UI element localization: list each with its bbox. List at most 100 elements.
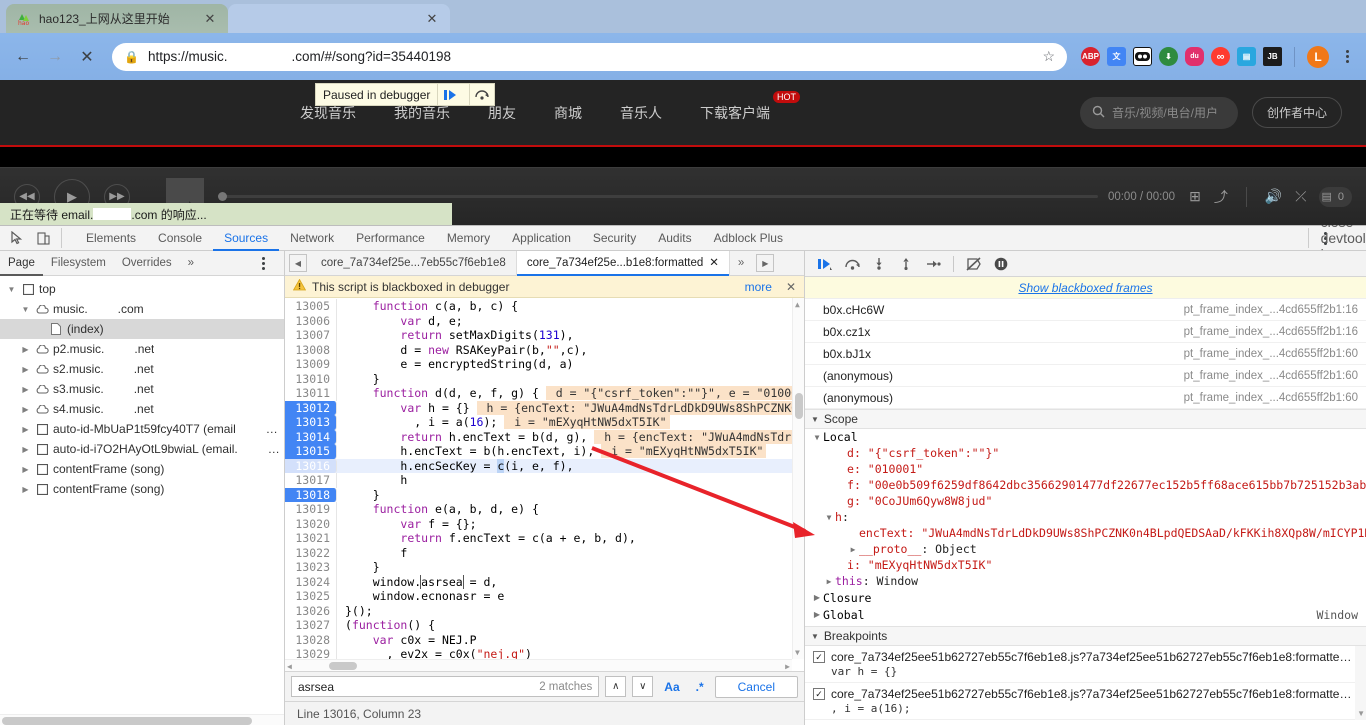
tree-item-s4music[interactable]: ▶ s4.music..net: [0, 399, 284, 419]
eyes-extension-icon[interactable]: [1133, 47, 1152, 66]
line-number[interactable]: 13014: [285, 430, 337, 445]
code-line[interactable]: 13025 window.ecnonasr = e: [285, 589, 804, 604]
baidu-extension-icon[interactable]: du: [1185, 47, 1204, 66]
call-stack-row[interactable]: b0x.bJ1x pt_frame_index_...4cd655ff2b1:6…: [805, 343, 1366, 365]
code-line[interactable]: 13020 var f = {};: [285, 517, 804, 532]
tab-console[interactable]: Console: [147, 226, 213, 251]
code-line[interactable]: 13019 function e(a, b, d, e) {: [285, 502, 804, 517]
editor-tabs-overflow[interactable]: »: [730, 257, 752, 269]
infinity-extension-icon[interactable]: ∞: [1211, 47, 1230, 66]
breakpoint-item[interactable]: ✓ core_7a734ef25ee51b62727eb55c7f6eb1e8.…: [805, 683, 1366, 720]
step-into-icon[interactable]: [867, 253, 891, 275]
tree-item-top[interactable]: ▼ top: [0, 279, 284, 299]
code-line[interactable]: 13007 return setMaxDigits(131),: [285, 328, 804, 343]
browser-tab-2-close-icon[interactable]: ✕: [424, 11, 440, 27]
profile-avatar[interactable]: L: [1307, 46, 1329, 68]
breakpoint-item[interactable]: ✓ core_7a734ef25ee51b62727eb55c7f6eb1e8.…: [805, 646, 1366, 683]
player-progress-bar[interactable]: [218, 195, 1098, 198]
scope-variable-row[interactable]: d: "{"csrf_token":""}": [805, 445, 1366, 461]
scope-variable-row[interactable]: encText: "JWuA4mdNsTdrLdDkD9UWs8ShPCZNK0…: [805, 525, 1366, 541]
tree-item-p2music[interactable]: ▶ p2.music..net: [0, 339, 284, 359]
line-number[interactable]: 13009: [285, 357, 337, 372]
editor-horizontal-scrollbar[interactable]: ◀ ▶: [285, 659, 792, 671]
resume-script-icon[interactable]: [437, 84, 462, 105]
address-bar[interactable]: 🔒 https://music. .com/#/song?id=35440198…: [112, 43, 1067, 71]
chevron-right-icon[interactable]: ▶: [20, 465, 31, 474]
next-tab-icon[interactable]: ▶: [756, 254, 774, 272]
stop-loading-button[interactable]: ✕: [72, 42, 102, 72]
code-line[interactable]: 13026}();: [285, 604, 804, 619]
scope-section-header[interactable]: ▼ Scope: [805, 409, 1366, 429]
tree-item-s3music[interactable]: ▶ s3.music..net: [0, 379, 284, 399]
site-nav-item-5[interactable]: 下载客户端HOT: [700, 103, 770, 123]
browser-tab-1[interactable]: hao hao123_上网从这里开始 ✕: [6, 4, 228, 33]
line-number[interactable]: 13019: [285, 502, 337, 517]
chevron-right-icon[interactable]: ▶: [823, 577, 835, 586]
back-button[interactable]: ←: [8, 42, 38, 72]
line-number[interactable]: 13007: [285, 328, 337, 343]
code-line[interactable]: 13012 var h = {} h = {encText: "JWuA4mdN…: [285, 401, 804, 416]
tab-security[interactable]: Security: [582, 226, 647, 251]
call-stack-row[interactable]: b0x.cz1x pt_frame_index_...4cd655ff2b1:1…: [805, 321, 1366, 343]
line-number[interactable]: 13023: [285, 560, 337, 575]
editor-tab-close-icon[interactable]: ✕: [709, 251, 719, 276]
tab-memory[interactable]: Memory: [436, 226, 501, 251]
inspect-element-icon[interactable]: [4, 226, 30, 250]
creator-center-button[interactable]: 创作者中心: [1252, 97, 1342, 128]
google-translate-icon[interactable]: 文: [1107, 47, 1126, 66]
line-number[interactable]: 13006: [285, 314, 337, 329]
navigator-horizontal-scrollbar[interactable]: [0, 714, 284, 725]
code-line[interactable]: 13014 return h.encText = b(d, g), h = {e…: [285, 430, 804, 445]
scope-variable-row[interactable]: ▶this: Window: [805, 573, 1366, 589]
close-devtools-icon[interactable]: close-devtools-icon: [1336, 226, 1362, 250]
tab-adblock-plus[interactable]: Adblock Plus: [703, 226, 794, 251]
editor-vertical-scroll-thumb[interactable]: [795, 393, 803, 419]
line-number[interactable]: 13010: [285, 372, 337, 387]
navigator-tab-overrides[interactable]: Overrides: [114, 251, 180, 276]
navigator-tab-page[interactable]: Page: [0, 251, 43, 276]
line-number[interactable]: 13028: [285, 633, 337, 648]
step-over-icon[interactable]: [840, 253, 864, 275]
line-number[interactable]: 13026: [285, 604, 337, 619]
show-blackboxed-frames-link[interactable]: Show blackboxed frames: [1018, 281, 1152, 295]
tree-item-auto-id-1[interactable]: ▶ auto-id-MbUaP1t59fcy40T7 (emailcom/): [0, 419, 284, 439]
tab-performance[interactable]: Performance: [345, 226, 436, 251]
call-stack-row[interactable]: b0x.cHc6W pt_frame_index_...4cd655ff2b1:…: [805, 299, 1366, 321]
clipboard-extension-icon[interactable]: ▤: [1237, 47, 1256, 66]
navigator-tab-filesystem[interactable]: Filesystem: [43, 251, 114, 276]
chevron-right-icon[interactable]: ▶: [847, 545, 859, 554]
tree-item-contentframe-1[interactable]: ▶ contentFrame (song): [0, 459, 284, 479]
breakpoint-checkbox[interactable]: ✓: [813, 651, 825, 663]
line-number[interactable]: 13012: [285, 401, 337, 416]
bookmark-star-icon[interactable]: ☆: [1042, 48, 1055, 65]
line-number[interactable]: 13013: [285, 415, 337, 430]
browser-tab-2[interactable]: ✕: [228, 4, 450, 33]
scroll-down-icon[interactable]: ▼: [795, 648, 800, 657]
tab-audits[interactable]: Audits: [647, 226, 702, 251]
scope-variable-row[interactable]: ▶__proto__: Object: [805, 541, 1366, 557]
line-number[interactable]: 13021: [285, 531, 337, 546]
line-number[interactable]: 13020: [285, 517, 337, 532]
find-previous-icon[interactable]: ∧: [605, 676, 626, 697]
chevron-right-icon[interactable]: ▶: [20, 345, 31, 354]
line-number[interactable]: 13015: [285, 444, 337, 459]
step-over-icon[interactable]: [469, 84, 494, 105]
tree-item-contentframe-2[interactable]: ▶ contentFrame (song): [0, 479, 284, 499]
breakpoints-section-header[interactable]: ▼ Breakpoints: [805, 626, 1366, 646]
scope-variable-row[interactable]: ▼h:: [805, 509, 1366, 525]
site-nav-item-4[interactable]: 音乐人: [620, 103, 662, 123]
tab-elements[interactable]: Elements: [75, 226, 147, 251]
previous-tab-icon[interactable]: ◀: [289, 254, 307, 272]
chevron-right-icon[interactable]: ▶: [811, 593, 823, 602]
line-number[interactable]: 13024: [285, 575, 337, 590]
find-regex-button[interactable]: .*: [691, 680, 709, 694]
chevron-right-icon[interactable]: ▶: [20, 385, 31, 394]
line-number[interactable]: 13008: [285, 343, 337, 358]
code-line[interactable]: 13009 e = encryptedString(d, a): [285, 357, 804, 372]
find-next-icon[interactable]: ∨: [632, 676, 653, 697]
deactivate-breakpoints-icon[interactable]: [962, 253, 986, 275]
call-stack-row[interactable]: (anonymous) pt_frame_index_...4cd655ff2b…: [805, 387, 1366, 409]
code-line[interactable]: 13010 }: [285, 372, 804, 387]
breakpoint-checkbox[interactable]: ✓: [813, 688, 825, 700]
adblock-plus-icon[interactable]: ABP: [1081, 47, 1100, 66]
